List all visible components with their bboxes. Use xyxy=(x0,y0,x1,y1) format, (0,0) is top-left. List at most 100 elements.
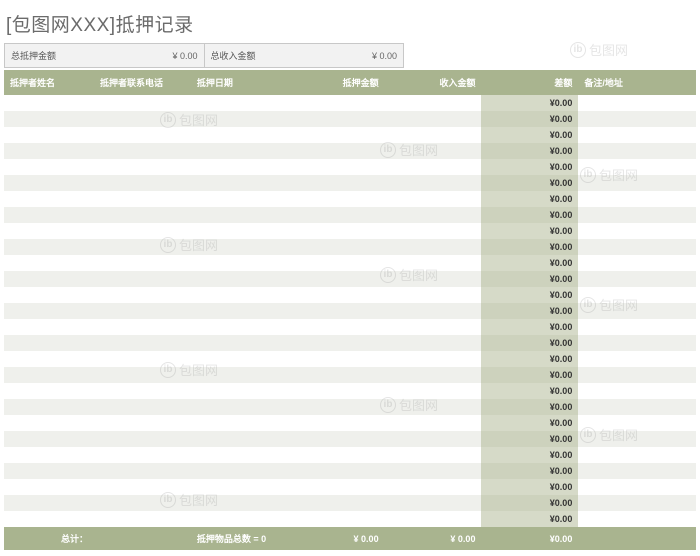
cell-note[interactable] xyxy=(578,287,696,303)
cell-income[interactable] xyxy=(385,271,482,287)
cell-amount[interactable] xyxy=(288,495,385,511)
cell-name[interactable] xyxy=(4,495,94,511)
cell-amount[interactable] xyxy=(288,127,385,143)
cell-note[interactable] xyxy=(578,335,696,351)
cell-amount[interactable] xyxy=(288,399,385,415)
cell-phone[interactable] xyxy=(94,399,191,415)
cell-name[interactable] xyxy=(4,335,94,351)
cell-note[interactable] xyxy=(578,191,696,207)
cell-amount[interactable] xyxy=(288,335,385,351)
table-row[interactable]: ¥0.00 xyxy=(4,495,696,511)
cell-phone[interactable] xyxy=(94,143,191,159)
cell-date[interactable] xyxy=(191,495,288,511)
cell-amount[interactable] xyxy=(288,367,385,383)
cell-name[interactable] xyxy=(4,159,94,175)
cell-income[interactable] xyxy=(385,399,482,415)
cell-date[interactable] xyxy=(191,271,288,287)
cell-phone[interactable] xyxy=(94,431,191,447)
cell-phone[interactable] xyxy=(94,495,191,511)
cell-name[interactable] xyxy=(4,319,94,335)
cell-diff[interactable]: ¥0.00 xyxy=(481,447,578,463)
cell-date[interactable] xyxy=(191,431,288,447)
cell-diff[interactable]: ¥0.00 xyxy=(481,511,578,527)
cell-amount[interactable] xyxy=(288,255,385,271)
cell-name[interactable] xyxy=(4,143,94,159)
cell-date[interactable] xyxy=(191,287,288,303)
cell-name[interactable] xyxy=(4,223,94,239)
cell-phone[interactable] xyxy=(94,303,191,319)
cell-date[interactable] xyxy=(191,463,288,479)
cell-diff[interactable]: ¥0.00 xyxy=(481,175,578,191)
cell-amount[interactable] xyxy=(288,303,385,319)
table-row[interactable]: ¥0.00 xyxy=(4,127,696,143)
cell-date[interactable] xyxy=(191,399,288,415)
cell-note[interactable] xyxy=(578,255,696,271)
cell-diff[interactable]: ¥0.00 xyxy=(481,303,578,319)
cell-diff[interactable]: ¥0.00 xyxy=(481,95,578,111)
cell-phone[interactable] xyxy=(94,351,191,367)
table-row[interactable]: ¥0.00 xyxy=(4,175,696,191)
cell-date[interactable] xyxy=(191,383,288,399)
table-row[interactable]: ¥0.00 xyxy=(4,415,696,431)
cell-date[interactable] xyxy=(191,303,288,319)
cell-note[interactable] xyxy=(578,111,696,127)
cell-date[interactable] xyxy=(191,335,288,351)
cell-amount[interactable] xyxy=(288,143,385,159)
table-row[interactable]: ¥0.00 xyxy=(4,463,696,479)
cell-date[interactable] xyxy=(191,127,288,143)
cell-diff[interactable]: ¥0.00 xyxy=(481,111,578,127)
cell-date[interactable] xyxy=(191,319,288,335)
cell-name[interactable] xyxy=(4,175,94,191)
cell-amount[interactable] xyxy=(288,95,385,111)
cell-income[interactable] xyxy=(385,143,482,159)
cell-income[interactable] xyxy=(385,175,482,191)
table-row[interactable]: ¥0.00 xyxy=(4,447,696,463)
table-row[interactable]: ¥0.00 xyxy=(4,383,696,399)
cell-date[interactable] xyxy=(191,351,288,367)
cell-note[interactable] xyxy=(578,383,696,399)
cell-diff[interactable]: ¥0.00 xyxy=(481,383,578,399)
cell-date[interactable] xyxy=(191,159,288,175)
table-row[interactable]: ¥0.00 xyxy=(4,479,696,495)
table-row[interactable]: ¥0.00 xyxy=(4,431,696,447)
cell-diff[interactable]: ¥0.00 xyxy=(481,463,578,479)
cell-diff[interactable]: ¥0.00 xyxy=(481,479,578,495)
cell-phone[interactable] xyxy=(94,255,191,271)
table-row[interactable]: ¥0.00 xyxy=(4,143,696,159)
table-row[interactable]: ¥0.00 xyxy=(4,511,696,527)
table-row[interactable]: ¥0.00 xyxy=(4,223,696,239)
cell-diff[interactable]: ¥0.00 xyxy=(481,351,578,367)
cell-income[interactable] xyxy=(385,319,482,335)
cell-phone[interactable] xyxy=(94,463,191,479)
cell-date[interactable] xyxy=(191,447,288,463)
cell-amount[interactable] xyxy=(288,207,385,223)
cell-name[interactable] xyxy=(4,383,94,399)
cell-note[interactable] xyxy=(578,143,696,159)
cell-name[interactable] xyxy=(4,95,94,111)
cell-phone[interactable] xyxy=(94,447,191,463)
cell-income[interactable] xyxy=(385,191,482,207)
cell-name[interactable] xyxy=(4,287,94,303)
cell-income[interactable] xyxy=(385,207,482,223)
cell-phone[interactable] xyxy=(94,159,191,175)
cell-amount[interactable] xyxy=(288,463,385,479)
cell-date[interactable] xyxy=(191,367,288,383)
cell-date[interactable] xyxy=(191,207,288,223)
cell-name[interactable] xyxy=(4,447,94,463)
cell-income[interactable] xyxy=(385,127,482,143)
cell-date[interactable] xyxy=(191,95,288,111)
table-row[interactable]: ¥0.00 xyxy=(4,191,696,207)
cell-amount[interactable] xyxy=(288,287,385,303)
table-row[interactable]: ¥0.00 xyxy=(4,239,696,255)
cell-income[interactable] xyxy=(385,383,482,399)
cell-income[interactable] xyxy=(385,463,482,479)
cell-amount[interactable] xyxy=(288,175,385,191)
cell-name[interactable] xyxy=(4,239,94,255)
cell-date[interactable] xyxy=(191,415,288,431)
table-row[interactable]: ¥0.00 xyxy=(4,255,696,271)
cell-name[interactable] xyxy=(4,303,94,319)
cell-note[interactable] xyxy=(578,431,696,447)
cell-phone[interactable] xyxy=(94,207,191,223)
cell-amount[interactable] xyxy=(288,271,385,287)
cell-diff[interactable]: ¥0.00 xyxy=(481,207,578,223)
